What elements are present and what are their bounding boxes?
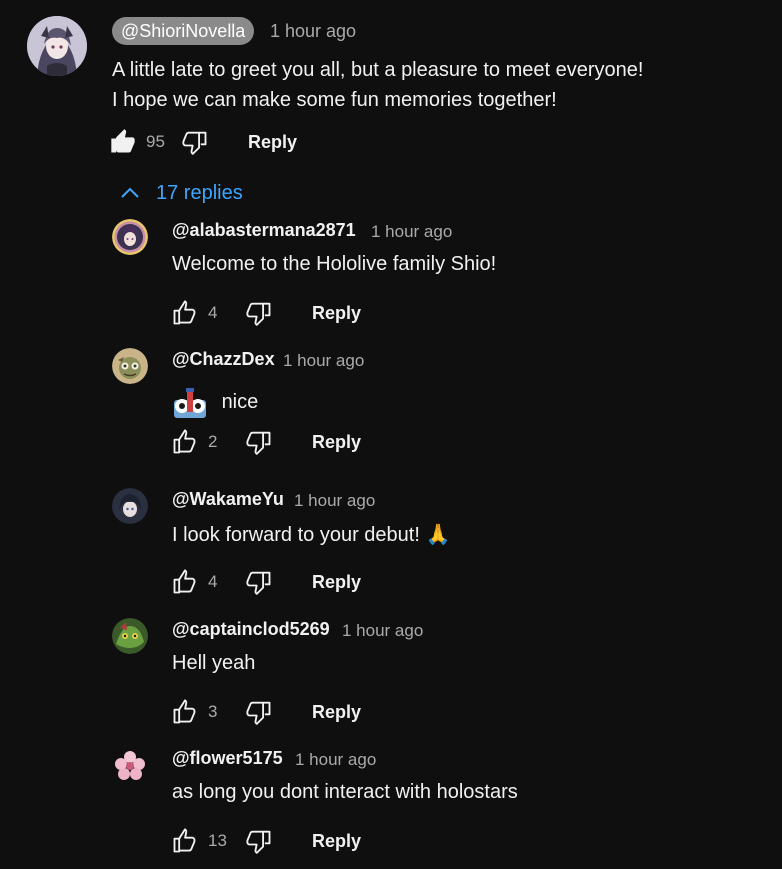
reply-button[interactable]: Reply (312, 572, 361, 593)
reply-author[interactable]: @flower5175 (172, 748, 283, 769)
reply-author[interactable]: @WakameYu (172, 489, 284, 510)
reply-author[interactable]: @alabastermana2871 (172, 220, 356, 241)
reply-author[interactable]: @ChazzDex (172, 349, 275, 370)
reply-text: nice (172, 384, 258, 420)
thumbs-down-icon (182, 131, 207, 155)
reply-comment: @captainclod5269 1 hour ago Hell yeah 3 … (0, 618, 782, 748)
like-count: 2 (208, 432, 218, 451)
reply-actions: 4 Reply (170, 295, 361, 331)
reply-text: Hell yeah (172, 652, 256, 674)
reply-timestamp[interactable]: 1 hour ago (371, 222, 452, 242)
dislike-button[interactable] (244, 697, 274, 727)
comments-section: @ShioriNovella 1 hour ago A little late … (0, 0, 782, 869)
avatar[interactable] (112, 219, 148, 255)
author-chip[interactable]: @ShioriNovella (112, 17, 255, 45)
dislike-button[interactable] (180, 127, 210, 157)
avatar[interactable] (27, 16, 87, 76)
reply-comment: @alabastermana2871 1 hour ago Welcome to… (0, 219, 782, 349)
reply-actions: 3 Reply (170, 694, 361, 730)
avatar-image (112, 747, 148, 783)
chevron-up-icon (121, 187, 139, 198)
avatar-image (112, 219, 148, 255)
reply-comment: @WakameYu 1 hour ago I look forward to y… (0, 488, 782, 618)
like-count: 95 (146, 132, 165, 151)
like-button[interactable] (170, 826, 200, 856)
like-button[interactable] (170, 427, 200, 457)
reply-button[interactable]: Reply (312, 303, 361, 324)
thumbs-up-icon (173, 828, 196, 853)
thumbs-down-icon (246, 571, 271, 595)
reply-comment: @ChazzDex 1 hour ago nice 2 Reply (0, 348, 782, 478)
comment-timestamp[interactable]: 1 hour ago (270, 21, 356, 42)
thumbs-up-icon (173, 429, 196, 454)
reply-timestamp[interactable]: 1 hour ago (294, 491, 375, 511)
reply-text-content: nice (221, 390, 259, 413)
thumbs-up-icon (173, 569, 196, 594)
reply-text: Welcome to the Hololive family Shio! (172, 253, 497, 275)
dislike-button[interactable] (244, 427, 274, 457)
avatar-image (112, 618, 148, 654)
avatar[interactable] (112, 747, 148, 783)
thumbs-up-icon (173, 699, 196, 724)
dislike-button[interactable] (244, 826, 274, 856)
avatar[interactable] (112, 488, 148, 524)
reply-actions: 13 Reply (170, 823, 361, 859)
reply-text: I look forward to your debut! 🙏 (172, 524, 451, 546)
dislike-button[interactable] (244, 567, 274, 597)
dislike-button[interactable] (244, 298, 274, 328)
avatar-image (27, 16, 87, 76)
thumbs-down-icon (246, 431, 271, 455)
comment-text-line: A little late to greet you all, but a pl… (112, 59, 644, 81)
avatar[interactable] (112, 348, 148, 384)
reply-comment: @flower5175 1 hour ago as long you dont … (0, 747, 782, 869)
like-count: 4 (208, 303, 218, 322)
thumbs-up-filled-icon (111, 129, 135, 153)
thumbs-down-icon (246, 830, 271, 854)
avatar-image (112, 488, 148, 524)
like-button[interactable] (108, 127, 138, 157)
reply-button[interactable]: Reply (312, 432, 361, 453)
reply-timestamp[interactable]: 1 hour ago (295, 750, 376, 770)
reply-button[interactable]: Reply (312, 702, 361, 723)
reply-actions: 2 Reply (170, 424, 361, 460)
reply-text: as long you dont interact with holostars (172, 781, 518, 803)
avatar-image (112, 348, 148, 384)
reply-timestamp[interactable]: 1 hour ago (283, 351, 364, 371)
reply-timestamp[interactable]: 1 hour ago (342, 621, 423, 641)
comment-actions: 95 Reply (108, 124, 297, 160)
like-button[interactable] (170, 697, 200, 727)
like-button[interactable] (170, 567, 200, 597)
thumbs-down-icon (246, 302, 271, 326)
like-button[interactable] (170, 298, 200, 328)
like-count: 3 (208, 702, 218, 721)
reply-button[interactable]: Reply (312, 831, 361, 852)
thumbs-down-icon (246, 701, 271, 725)
reply-actions: 4 Reply (170, 564, 361, 600)
avatar[interactable] (112, 618, 148, 654)
comment-text: A little late to greet you all, but a pl… (112, 55, 643, 115)
comment-text-line: I hope we can make some fun memories tog… (112, 89, 557, 111)
thumbs-up-icon (173, 300, 196, 325)
custom-emote-icon (174, 388, 206, 418)
like-count: 4 (208, 572, 218, 591)
replies-count-label: 17 replies (156, 181, 243, 204)
replies-toggle[interactable]: 17 replies (118, 178, 243, 208)
reply-button[interactable]: Reply (248, 132, 297, 153)
like-count: 13 (208, 831, 227, 850)
reply-author[interactable]: @captainclod5269 (172, 619, 330, 640)
